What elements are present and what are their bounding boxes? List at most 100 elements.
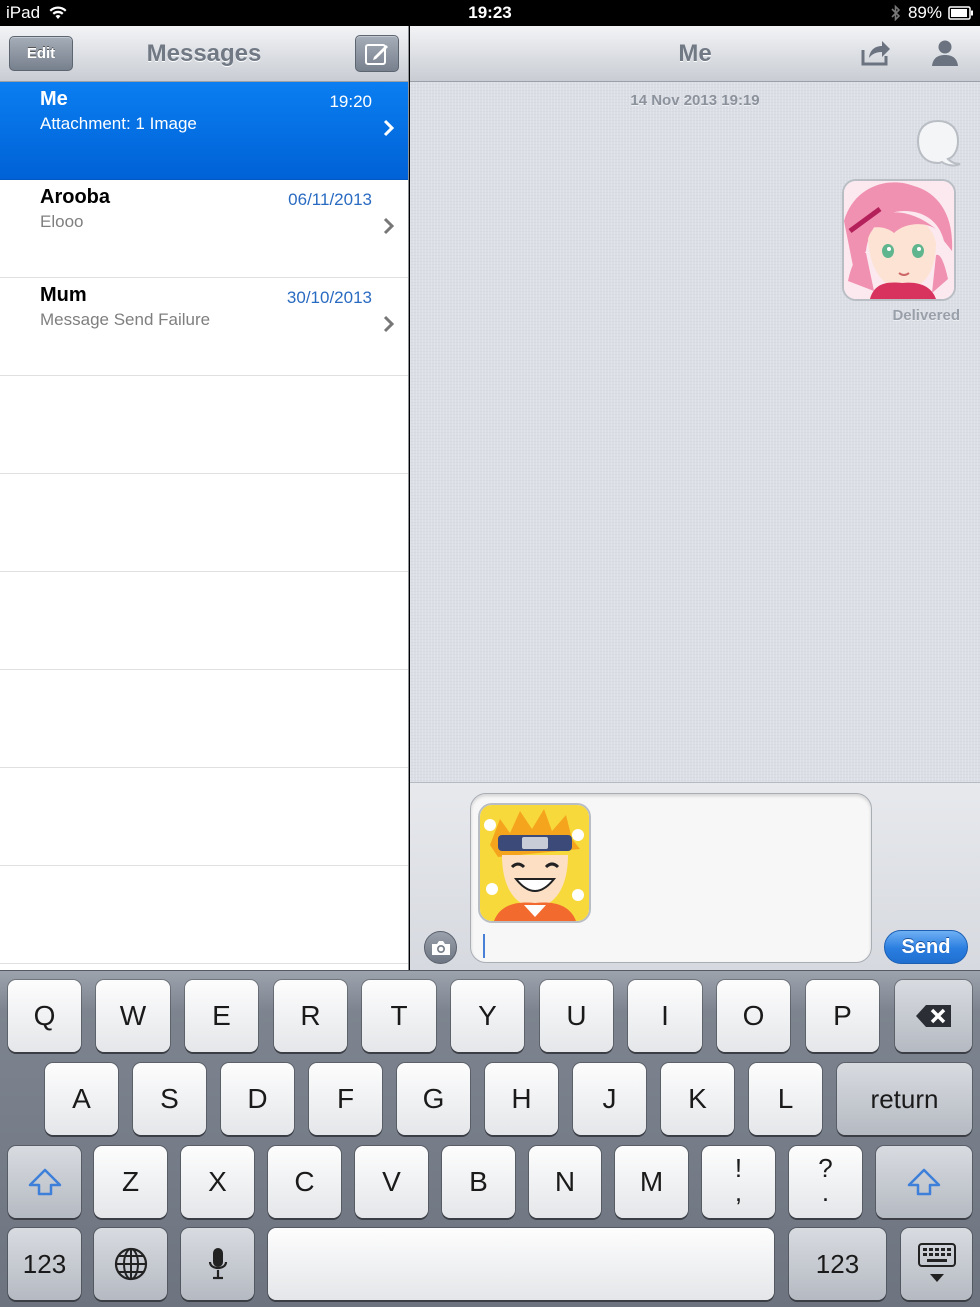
numbers-key-right[interactable]: 123 (789, 1228, 886, 1300)
key-c[interactable]: C (268, 1146, 341, 1218)
conversation-date: 19:20 (329, 92, 372, 111)
key-x[interactable]: X (181, 1146, 254, 1218)
typing-indicator-icon (916, 119, 961, 167)
send-button[interactable]: Send (884, 930, 968, 964)
key-r[interactable]: R (274, 980, 347, 1052)
key-label-stack: ! , (702, 1146, 775, 1207)
anime-boy-image (480, 805, 589, 921)
space-bar[interactable] (268, 1228, 774, 1300)
text-caret (483, 934, 485, 958)
conversation-item-arooba[interactable]: Arooba Elooo 06/11/2013 (0, 180, 408, 278)
contact-icon[interactable] (930, 38, 960, 68)
bluetooth-icon (891, 4, 901, 22)
key-z[interactable]: Z (94, 1146, 167, 1218)
attachment-thumbnail[interactable] (478, 803, 591, 923)
globe-key[interactable] (94, 1228, 167, 1300)
key-u[interactable]: U (540, 980, 613, 1052)
conversation-preview: Attachment: 1 Image (40, 114, 197, 133)
chevron-right-icon (383, 119, 395, 137)
conversation-date: 06/11/2013 (288, 190, 372, 209)
camera-button[interactable] (424, 931, 457, 964)
empty-row (0, 670, 408, 768)
key-h[interactable]: H (485, 1063, 558, 1135)
numbers-key-left[interactable]: 123 (8, 1228, 81, 1300)
backspace-key[interactable] (895, 980, 972, 1052)
return-key[interactable]: return (837, 1063, 972, 1135)
conversation-nav-bar: Me (410, 26, 980, 82)
key-label-stack: ? . (789, 1146, 862, 1207)
messages-title: Messages (146, 40, 262, 67)
messages-nav-bar: Edit Messages (0, 26, 408, 82)
status-right: 89% (890, 3, 974, 23)
key-bottom-char: . (821, 1177, 830, 1207)
empty-row (0, 866, 408, 964)
conversation-name: Me (40, 88, 68, 110)
key-g[interactable]: G (397, 1063, 470, 1135)
conversation-preview: Message Send Failure (40, 310, 211, 329)
delivery-status: Delivered (892, 307, 960, 324)
key-p[interactable]: P (806, 980, 879, 1052)
key-f[interactable]: F (309, 1063, 382, 1135)
battery-percent: 89% (907, 3, 942, 22)
conversation-list: Me Attachment: 1 Image 19:20 Arooba Eloo… (0, 82, 408, 964)
keyboard-dismiss-icon (917, 1243, 956, 1282)
empty-row (0, 768, 408, 866)
key-exclaim-comma[interactable]: ! , (702, 1146, 775, 1218)
key-n[interactable]: N (529, 1146, 601, 1218)
conversation-item-me[interactable]: Me Attachment: 1 Image 19:20 (0, 82, 408, 180)
message-composer: Send (410, 782, 980, 970)
shift-icon (907, 1168, 941, 1196)
key-q[interactable]: Q (8, 980, 81, 1052)
conversation-preview: Elooo (40, 212, 84, 231)
key-i[interactable]: I (628, 980, 702, 1052)
compose-button[interactable] (355, 35, 399, 72)
message-input[interactable] (470, 793, 872, 963)
key-o[interactable]: O (717, 980, 790, 1052)
key-v[interactable]: V (355, 1146, 428, 1218)
onscreen-keyboard: Q W E R T Y U I O P A S D F G H J K L re… (0, 970, 980, 1307)
key-b[interactable]: B (442, 1146, 515, 1218)
shift-icon (28, 1168, 61, 1196)
key-k[interactable]: K (661, 1063, 734, 1135)
key-t[interactable]: T (362, 980, 436, 1052)
empty-row (0, 376, 408, 474)
key-d[interactable]: D (221, 1063, 294, 1135)
hide-keyboard-key[interactable] (901, 1228, 972, 1300)
key-j[interactable]: J (573, 1063, 646, 1135)
key-y[interactable]: Y (451, 980, 524, 1052)
key-l[interactable]: L (749, 1063, 822, 1135)
empty-row (0, 474, 408, 572)
conversation-list-pane: Edit Messages Me Attachment: 1 Image 19:… (0, 26, 409, 970)
backspace-icon (915, 1005, 951, 1027)
camera-icon (431, 940, 450, 955)
shift-key-right[interactable] (876, 1146, 972, 1218)
key-e[interactable]: E (185, 980, 258, 1052)
key-s[interactable]: S (133, 1063, 206, 1135)
status-time: 19:23 (468, 3, 512, 22)
key-w[interactable]: W (96, 980, 170, 1052)
conversation-name: Mum (40, 284, 87, 306)
conversation-title: Me (678, 40, 712, 67)
chevron-right-icon (383, 217, 395, 235)
conversation-pane: Me 14 Nov 2013 19:19 Delivered Send (410, 26, 980, 970)
battery-icon (948, 6, 973, 20)
key-bottom-char: , (734, 1177, 743, 1207)
conversation-date: 30/10/2013 (286, 288, 372, 307)
message-timestamp: 14 Nov 2013 19:19 (630, 92, 760, 109)
microphone-icon (208, 1248, 227, 1280)
conversation-name: Arooba (40, 186, 110, 208)
key-a[interactable]: A (45, 1063, 118, 1135)
dictation-key[interactable] (181, 1228, 254, 1300)
empty-row (0, 572, 408, 670)
conversation-item-mum[interactable]: Mum Message Send Failure 30/10/2013 (0, 278, 408, 376)
shift-key-left[interactable] (8, 1146, 81, 1218)
compose-icon (365, 43, 388, 65)
anime-girl-image (844, 181, 954, 299)
share-icon[interactable] (860, 38, 892, 68)
key-question-period[interactable]: ? . (789, 1146, 862, 1218)
status-bar: iPad 19:23 89% (0, 0, 980, 26)
chevron-right-icon (383, 315, 395, 333)
key-m[interactable]: M (615, 1146, 688, 1218)
sent-image-bubble[interactable] (842, 179, 956, 301)
globe-icon (114, 1247, 147, 1281)
